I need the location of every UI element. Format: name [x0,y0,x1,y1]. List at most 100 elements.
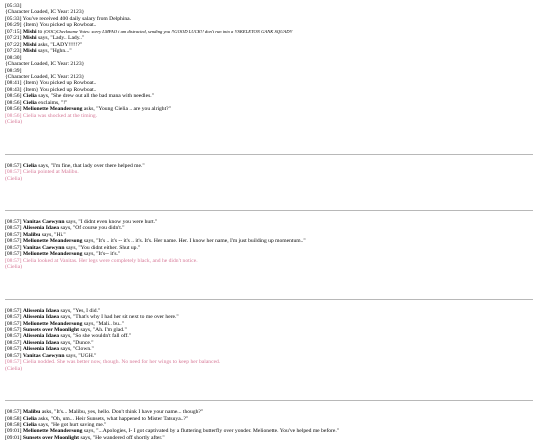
emote-text: (Cielia) [5,119,23,126]
timestamp: [07:23] [5,48,22,55]
timestamp: [08:57] [5,251,22,258]
speech-text: "Hi." [54,231,66,238]
system-message: [08:39] [5,67,22,74]
speech-verb: says, [60,225,72,232]
timestamp: [08:57] [5,320,22,327]
speaker-name: Vanitas Caewynn [22,244,65,251]
speech-verb: says, [38,162,50,169]
speech-text: "That's why I had her sit next to me ove… [72,314,179,321]
emote-text: Cielia was shocked at the timing. [22,112,98,119]
speech-text: "Young Cielia .. are you alright?" [96,106,171,113]
timestamp: [08:57] [5,307,22,314]
system-message: [05:33] You've received 400 daily salary… [5,15,132,22]
speaker-name: Malibu [22,409,41,416]
speech-text: "He wandered off shortly after." [92,434,165,441]
timestamp: [09:01] [5,428,22,435]
speaker-name: Mishi [22,41,37,48]
speaker-name: Melionette Meandersong [22,106,83,113]
block-divider [5,298,533,300]
speech-text: "So she wouldn't fall off." [72,333,132,340]
timestamp: [07:22] [5,41,22,48]
system-message: [05:33] [5,3,22,9]
speech-verb: says, [60,339,72,346]
speech-verb: says, [60,333,72,340]
timestamp: [08:57] [5,409,22,416]
speech-text: "He got hurt saving me." [50,422,107,429]
timestamp: [08:58] [5,422,22,429]
speech-text: "!" [60,99,68,106]
speaker-name: Mishi [22,35,37,42]
speaker-name: Cielia [22,415,37,422]
timestamp: [08:57] [5,352,22,359]
emote-text: (Cielia) [5,264,23,271]
speaker-name: Melionette Meandersong [22,238,83,245]
chat-line: [09:01] Sunsets over Moonlight says, "He… [5,435,530,441]
timestamp: [08:56] [5,106,22,113]
speech-verb: says, [83,238,95,245]
emote-text: (Cielia) [5,365,23,372]
timestamp: [08:57] [5,314,22,321]
timestamp: [09:01] [5,434,22,441]
system-message: {Character Loaded, IC Year: 2123} [5,9,85,16]
timestamp: [08:57] [5,225,22,232]
block-divider [5,209,533,211]
speech-text: "She drew out all the bad mana with need… [50,93,154,100]
timestamp: [07:15] [5,28,22,35]
timestamp: [08:56] [5,112,22,119]
speech-verb: to [37,28,43,35]
speaker-name: Mishi [22,48,37,55]
timestamp: [08:56] [5,93,22,100]
system-message: {Character Loaded, IC Year: 2123} [5,73,85,80]
speech-text: "Yes, I did." [72,307,101,314]
speech-verb: says, [65,244,77,251]
block-divider [5,400,533,402]
timestamp: [08:57] [5,162,22,169]
speech-text: "It's-- it's." [96,251,121,258]
system-message: [08:41] {Item} You picked up Rowboat.. [5,80,97,87]
speech-text: "I'm fine, that lady over there helped m… [50,162,145,169]
speaker-name: Cielia [22,99,37,106]
timestamp: [08:57] [5,339,22,346]
speaker-name: Sunsets over Moonlight [22,434,80,441]
speech-text: "It's .. it's -- it's .. it's. It's. Her… [96,238,306,245]
speech-text: "...Apologies, I- I got captivated by a … [96,428,340,435]
emote-text: Cielia nodded. She was better now, thoug… [22,359,221,366]
speech-text: "I didnt even know you were hurt." [78,218,158,225]
speech-verb: says, [38,93,50,100]
chat-log: [05:33] {Character Loaded, IC Year: 2123}… [0,0,533,441]
speech-text: "Lady.. Lady.." [50,35,85,42]
timestamp: [08:57] [5,218,22,225]
speech-verb: exclaims, [38,99,60,106]
speech-verb: says, [38,422,50,429]
speech-verb: says, [41,231,53,238]
timestamp: [07:21] [5,35,22,42]
speech-text: "LADY!!!!!?" [50,41,83,48]
speaker-name: Mishi [22,28,37,35]
speech-verb: says, [60,346,72,353]
speech-verb: says, [37,48,50,55]
speech-text: "Of course you didn't." [72,225,125,232]
speech-verb: asks, [41,409,53,416]
timestamp: [08:57] [5,238,22,245]
timestamp: [08:57] [5,169,22,176]
speaker-name: Malibu [22,231,41,238]
speech-verb: asks, [83,106,95,113]
ooc-message: (OOC)Checkname Votes: sorry LMFAO i am d… [43,28,293,34]
speaker-name: Melionette Meandersong [22,251,83,258]
speech-verb: asks, [38,415,50,422]
speech-verb: says, [80,434,92,441]
speaker-name: Alissenia Idaea [22,339,60,346]
speech-text: "Mali.. bu.." [96,320,124,327]
speech-verb: says, [60,314,72,321]
speaker-name: Cielia [22,422,37,429]
speech-text: "Oh, um... Heir Sunsets, what happened t… [50,415,189,422]
timestamp: [08:58] [5,415,22,422]
speaker-name: Alissenia Idaea [22,314,60,321]
system-message: {Character Loaded, IC Year: 2123} [5,61,85,68]
speaker-name: Sunsets over Moonlight [22,326,80,333]
speech-verb: says, [83,251,95,258]
speech-verb: says, [37,35,50,42]
